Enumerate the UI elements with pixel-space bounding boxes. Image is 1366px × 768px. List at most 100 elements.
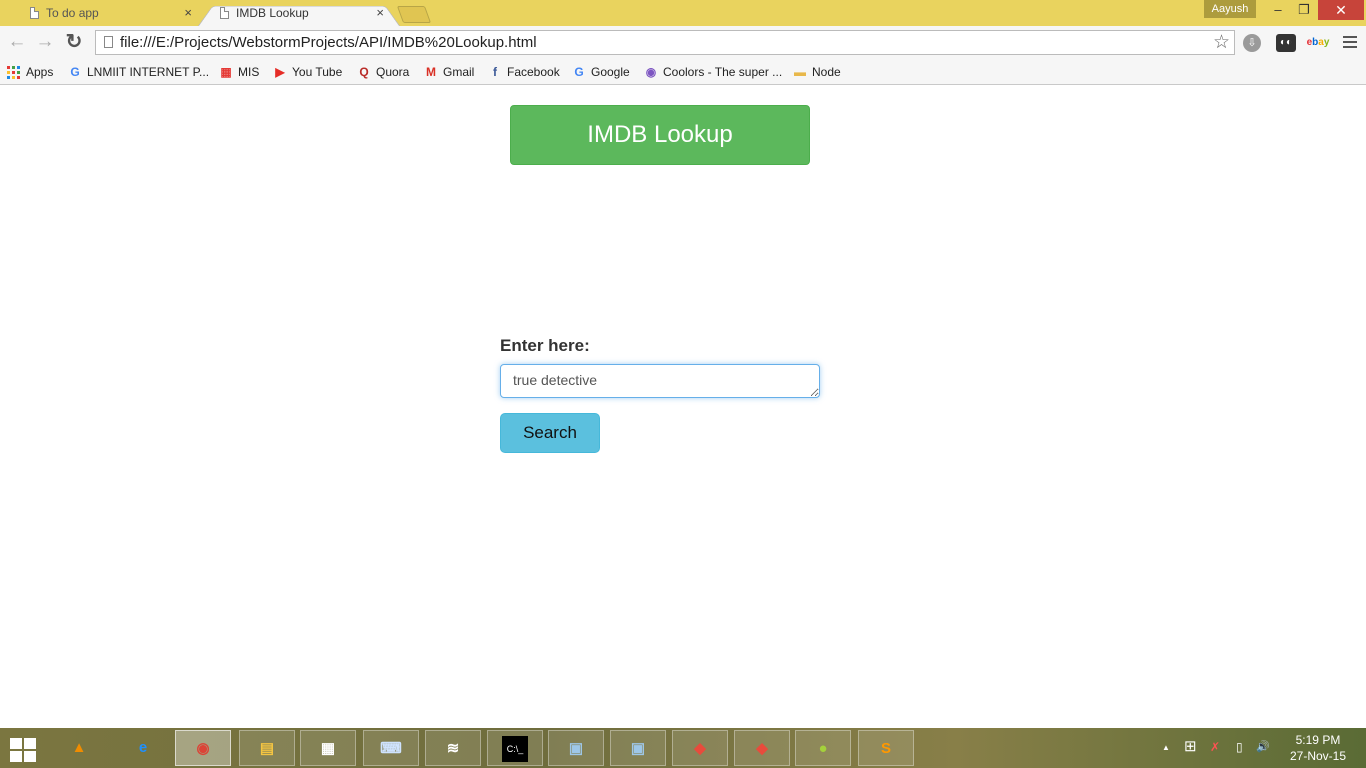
google-icon: G <box>574 65 584 79</box>
bookmark-lnmiit[interactable]: G LNMIIT INTERNET P... <box>68 63 209 81</box>
bookmark-youtube[interactable]: ▶ You Tube <box>273 63 342 81</box>
facebook-icon: f <box>493 65 497 79</box>
glasses-extension-icon[interactable]: ◐◐ <box>1276 34 1296 52</box>
taskbar-app-diamond-2-button[interactable]: ◆ <box>734 730 790 766</box>
minimize-button[interactable]: – <box>1264 0 1292 20</box>
bookmark-label: MIS <box>238 65 260 79</box>
bookmark-label: Node <box>812 65 841 79</box>
vlc-icon: ▲ <box>71 739 87 756</box>
google-icon: G <box>70 65 80 79</box>
network-icon[interactable]: ✗ <box>1210 740 1220 754</box>
taskbar-command-prompt-button[interactable]: C:\_ <box>487 730 543 766</box>
restore-button[interactable]: ❐ <box>1290 0 1318 20</box>
document-2-icon: ▣ <box>630 740 646 757</box>
bookmark-label: Quora <box>376 65 410 79</box>
bookmark-quora[interactable]: Q Quora <box>357 63 409 81</box>
folder-icon: ▬ <box>794 65 806 79</box>
sublime-text-icon: S <box>880 740 891 757</box>
close-icon[interactable]: × <box>184 2 192 24</box>
bookmark-label: Coolors - The super ... <box>663 65 783 79</box>
bookmark-gmail[interactable]: M Gmail <box>424 63 474 81</box>
bookmark-star-icon[interactable]: ☆ <box>1213 31 1230 54</box>
taskbar-internet-explorer-button[interactable]: e <box>116 730 172 766</box>
bookmarks-bar: Apps G LNMIIT INTERNET P... ▦ MIS ▶ You … <box>0 60 1366 85</box>
address-bar[interactable]: file:///E:/Projects/WebstormProjects/API… <box>95 30 1235 55</box>
bookmark-mis[interactable]: ▦ MIS <box>219 63 259 81</box>
bookmark-coolors[interactable]: ◉ Coolors - The super ... <box>644 63 782 81</box>
taskbar-wifi-hotspot-button[interactable]: ≋ <box>425 730 481 766</box>
volume-icon[interactable]: 🔊 <box>1256 740 1270 753</box>
taskbar-vlc-button[interactable]: ▲ <box>52 730 108 766</box>
chrome-icon: ◉ <box>196 740 210 757</box>
reload-button[interactable]: ↻ <box>63 31 85 53</box>
taskbar-chrome-button[interactable]: ◉ <box>175 730 231 766</box>
download-extension-icon[interactable]: ⇩ <box>1243 34 1261 52</box>
wifi-hotspot-icon: ≋ <box>446 740 460 757</box>
bookmark-node-folder[interactable]: ▬ Node <box>793 63 841 81</box>
clock-time: 5:19 PM <box>1295 733 1341 747</box>
tab-imdb-lookup[interactable]: IMDB Lookup × <box>206 2 392 26</box>
app-balls-icon: ● <box>818 740 828 757</box>
search-input[interactable] <box>500 364 820 398</box>
taskbar-sublime-text-button[interactable]: S <box>858 730 914 766</box>
profile-button[interactable]: Aayush <box>1204 0 1256 18</box>
page-icon <box>220 7 229 19</box>
bookmark-facebook[interactable]: f Facebook <box>488 63 560 81</box>
bookmark-apps[interactable]: Apps <box>7 63 53 81</box>
app-diamond-1-icon: ◆ <box>694 740 706 757</box>
close-icon[interactable]: × <box>376 2 384 24</box>
tab-to-do-app[interactable]: To do app × <box>16 2 200 26</box>
taskbar-document-2-button[interactable]: ▣ <box>610 730 666 766</box>
app-grid-icon: ▦ <box>320 740 336 757</box>
bookmark-google[interactable]: G Google <box>572 63 630 81</box>
tab-title: IMDB Lookup <box>236 6 309 20</box>
back-button[interactable]: ← <box>6 31 28 53</box>
apps-grid-icon <box>7 66 20 79</box>
bookmark-label: Gmail <box>443 65 475 79</box>
taskbar-document-1-button[interactable]: ▣ <box>548 730 604 766</box>
clock[interactable]: 5:19 PM 27-Nov-15 <box>1290 732 1346 764</box>
browser-title-bar: To do app × IMDB Lookup × Aayush – ❐ ✕ <box>0 0 1366 26</box>
windows-taskbar: ▲ e ◉ ▤ ▦ ⌨ ≋ C:\_ ▣ ▣ ◆ ◆ ● S ▲ ⊞ ✗ ▯ 🔊 5:19 PM 27-N… <box>0 728 1366 768</box>
youtube-icon: ▶ <box>275 65 285 79</box>
taskbar-keyboard-button[interactable]: ⌨ <box>363 730 419 766</box>
page-icon <box>30 7 39 19</box>
keyboard-icon: ⌨ <box>380 740 402 757</box>
bookmark-label: Facebook <box>507 65 560 79</box>
bookmark-label: Apps <box>26 65 54 79</box>
gmail-icon: M <box>426 65 436 79</box>
close-window-button[interactable]: ✕ <box>1318 0 1364 20</box>
ebay-letter: y <box>1323 37 1330 48</box>
mis-icon: ▦ <box>220 65 232 79</box>
imdb-lookup-header-button[interactable]: IMDB Lookup <box>510 105 810 165</box>
coolors-icon: ◉ <box>645 65 657 79</box>
new-tab-button[interactable] <box>396 6 432 23</box>
internet-explorer-icon: e <box>138 739 148 756</box>
taskbar-file-explorer-button[interactable]: ▤ <box>239 730 295 766</box>
file-explorer-icon: ▤ <box>259 740 275 757</box>
app-diamond-2-icon: ◆ <box>756 740 768 757</box>
action-center-icon[interactable]: ⊞ <box>1184 737 1197 755</box>
enter-here-label: Enter here: <box>500 336 590 355</box>
browser-toolbar: ← → ↻ file:///E:/Projects/WebstormProjec… <box>0 26 1366 60</box>
windows-start-icon[interactable] <box>10 738 38 762</box>
taskbar-app-balls-button[interactable]: ● <box>795 730 851 766</box>
show-hidden-icons-icon[interactable]: ▲ <box>1162 743 1170 752</box>
clock-date: 27-Nov-15 <box>1289 749 1346 763</box>
tab-title: To do app <box>46 6 99 20</box>
command-prompt-icon: C:\_ <box>502 736 528 762</box>
bookmark-label: LNMIIT INTERNET P... <box>87 65 210 79</box>
battery-icon[interactable]: ▯ <box>1236 740 1243 754</box>
taskbar-app-diamond-1-button[interactable]: ◆ <box>672 730 728 766</box>
document-1-icon: ▣ <box>568 740 584 757</box>
bookmark-label: You Tube <box>292 65 343 79</box>
bookmark-label: Google <box>591 65 630 79</box>
ebay-extension-icon[interactable]: ebay <box>1306 34 1330 52</box>
chrome-menu-icon[interactable] <box>1343 34 1357 50</box>
page-icon <box>104 36 113 48</box>
url-text[interactable]: file:///E:/Projects/WebstormProjects/API… <box>120 34 537 51</box>
forward-button[interactable]: → <box>34 31 56 53</box>
quora-icon: Q <box>359 65 369 79</box>
search-button[interactable]: Search <box>500 413 600 453</box>
taskbar-app-grid-button[interactable]: ▦ <box>300 730 356 766</box>
